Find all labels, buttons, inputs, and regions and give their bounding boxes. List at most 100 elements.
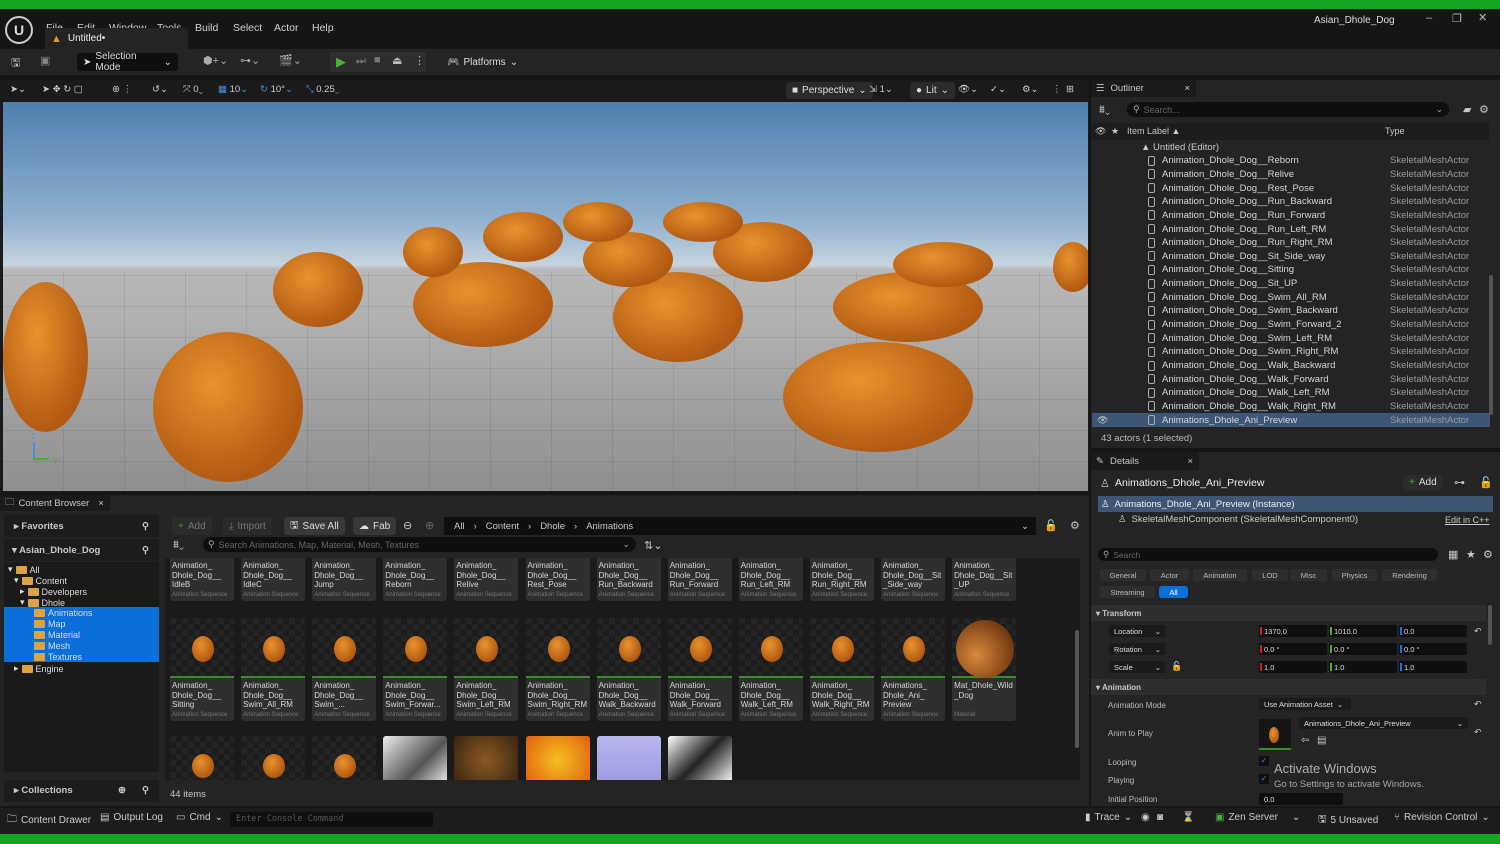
asset-grid-scrollbar[interactable] [1075,630,1079,748]
level-tab[interactable]: ▲ Untitled• [45,28,188,49]
project-section[interactable]: ▾ Asian_Dhole_Dog ⚲ [4,539,159,561]
more-icon[interactable]: ⋮ [414,54,425,67]
collections-section[interactable]: ▸ Collections ⊕ ⚲ [4,780,159,802]
asset-tile[interactable]: Animation_ Dhole_Dog__ Swim_All_RM Animat… [241,618,306,721]
asset-tile[interactable]: Animation_ Dhole_Dog__ Run_Forward Animat… [667,558,732,601]
reset-icon[interactable]: ↶ [1474,699,1482,710]
asset-tile[interactable]: Animation_ Dhole_Dog__ Walk_Forward Anima… [667,618,732,721]
asset-tile[interactable]: Animation_ Dhole_Dog__ IdleB Animation Se… [170,558,234,601]
actor-name[interactable]: Animations_Dhole_Ani_Preview [1115,477,1264,489]
forward-icon[interactable]: ⊕ [425,519,434,532]
content-browser-tab[interactable]: 🗀 Content Browser × [0,495,110,511]
animation-mode-dropdown[interactable]: Use Animation Asset ⌄ [1259,698,1351,710]
asset-tile[interactable]: Animation_ Dhole_Dog__ Swim_... Animation… [312,618,377,721]
close-icon[interactable]: ✕ [1478,11,1487,24]
outliner-row[interactable]: Animation_Dhole_Dog__Run_Backward Skeleta… [1092,195,1490,209]
screenshot-icon[interactable]: ◙ [1157,812,1163,823]
component-row[interactable]: ♙ SkeletalMeshComponent (SkeletalMeshComp… [1118,514,1358,525]
outliner-row[interactable]: Animation_Dhole_Dog__Swim_All_RM Skeletal… [1092,291,1490,305]
show-icon[interactable]: 👁⌄ [958,84,978,95]
back-icon[interactable]: ⊖ [403,519,412,532]
filter-general[interactable]: General [1100,569,1146,581]
menu-actor[interactable]: Actor [274,22,299,34]
asset-tile[interactable] [596,736,661,780]
trace-dropdown[interactable]: ▮ Trace ⌄ [1085,812,1132,823]
outliner-row[interactable]: Animation_Dhole_Dog__Run_Forward Skeletal… [1092,209,1490,223]
play-icon[interactable]: ▶ [336,54,346,70]
select-tool-icon[interactable]: ➤⌄ [10,84,26,95]
filter-icon[interactable]: ⩩⌄ [173,539,184,552]
asset-tile[interactable]: Animation_ Dhole_Dog__Sit _UP Animation S… [952,558,1017,601]
asset-tile[interactable] [454,736,519,780]
filter-streaming[interactable]: Streaming [1100,586,1155,598]
add-component-button[interactable]: + Add [1403,475,1443,490]
close-icon[interactable]: × [1184,83,1190,94]
anim-to-play-dropdown[interactable]: Animations_Dhole_Ani_Preview ⌄ [1299,717,1468,729]
lock-icon[interactable]: 🔓 [1479,476,1493,489]
zen-server-button[interactable]: ▣ Zen Server ⌄ [1215,812,1300,823]
browse-asset-icon[interactable]: ▤ [1317,735,1326,746]
asset-tile[interactable]: Animation_ Dhole_Dog__ Walk_Left_RM Anima… [738,618,803,721]
scale-dropdown[interactable]: Scale ⌄ [1109,661,1165,673]
asset-tile[interactable]: Animation_ Dhole_Dog__ Run_Left_RM Animat… [738,558,803,601]
outliner-row[interactable]: Animation_Dhole_Dog__Reborn SkeletalMeshA… [1092,154,1490,168]
visibility-icon[interactable]: 👁 [1097,415,1108,426]
menu-select[interactable]: Select [233,22,262,34]
use-selected-icon[interactable]: ⇦ [1301,735,1309,746]
perspective-button[interactable]: ■ Perspective ⌄ [786,82,873,99]
cmd-dropdown[interactable]: ▭ Cmd ⌄ [176,812,223,823]
outliner-row[interactable]: Animation_Dhole_Dog__Sit_Side_way Skeleta… [1092,250,1490,264]
add-folder-icon[interactable]: ▰ [1463,103,1471,116]
breadcrumb-dhole[interactable]: Dhole [540,521,565,532]
asset-tile[interactable]: Animation_ Dhole_Dog__ Rest_Pose Animatio… [525,558,590,601]
table-icon[interactable]: ▦ [1448,548,1458,561]
import-button[interactable]: ⤓ Import [223,517,272,535]
transform-section[interactable]: ▾ Transform [1091,605,1486,621]
outliner-row[interactable]: Animation_Dhole_Dog__Run_Left_RM Skeletal… [1092,222,1490,236]
fab-button[interactable]: ☁ Fab [353,517,397,535]
translate-snap[interactable]: ⤧ 0⌄ [183,84,203,95]
asset-tile[interactable]: Animation_ Dhole_Dog__ Run_Right_RM Anima… [809,558,874,601]
asset-tile[interactable]: Animation_ Dhole_Dog__ IdleC Animation Se… [241,558,306,601]
scale-snap[interactable]: ⤡ 0.25⌄ [306,84,339,95]
hourglass-icon[interactable]: ⌛ [1182,812,1194,823]
world-icon[interactable]: ⊕ ⋮ [112,84,132,95]
filter-physics[interactable]: Physics [1332,569,1377,581]
filter-lod[interactable]: LOD [1252,569,1288,581]
details-scrollbar[interactable] [1488,605,1492,645]
asset-tile[interactable] [383,736,448,780]
rotation-x[interactable]: 0.0 ° [1259,643,1327,655]
tree-item-map[interactable]: Map [34,619,66,629]
lock-icon[interactable]: 🔓 [1044,519,1058,532]
asset-tile[interactable]: Animation_ Dhole_Dog__ Reborn Animation S… [383,558,448,601]
filter-all[interactable]: All [1159,586,1188,598]
outliner-row[interactable]: Animation_Dhole_Dog__Sit_UP SkeletalMeshA… [1092,277,1490,291]
search-icon[interactable]: ⚲ [142,545,149,556]
asset-tile[interactable]: Animation_ Dhole_Dog__ Swim_Forwar... Ani… [383,618,448,721]
filter-rendering[interactable]: Rendering [1382,569,1437,581]
performance-icon[interactable]: ✓⌄ [990,84,1006,95]
asset-tile[interactable]: Animation_ Dhole_Dog__ Relive Animation S… [454,558,519,601]
close-icon[interactable]: × [98,498,104,509]
record-icon[interactable]: ◉ [1141,812,1150,823]
camera-speed[interactable]: ⇲ 1⌄ [869,84,893,95]
cinematics-icon[interactable]: 🎬⌄ [279,54,302,67]
breadcrumb-all[interactable]: All [454,521,465,532]
looping-checkbox[interactable]: ✓ [1259,756,1269,766]
asset-search-input[interactable]: ⚲ Search Animations, Map, Material, Mesh,… [203,537,636,552]
details-tab[interactable]: ✎ Details × [1091,452,1199,470]
outliner-row[interactable]: Animation_Dhole_Dog__Run_Right_RM Skeleta… [1092,236,1490,250]
revision-control-button[interactable]: ⑂ Revision Control ⌄ [1394,812,1490,823]
component-instance-row[interactable]: ♙ Animations_Dhole_Ani_Preview (Instance) [1098,496,1493,512]
settings-icon[interactable]: ⚙⌄ [1022,84,1038,95]
menu-help[interactable]: Help [312,22,334,34]
asset-tile[interactable] [525,736,590,780]
lit-button[interactable]: ● Lit ⌄ [910,82,955,99]
asset-tile[interactable]: Animation_ Dhole_Dog__ Sitting Animation … [170,618,234,721]
console-input[interactable]: Enter Console Command [230,812,433,827]
details-search-input[interactable]: ⚲ Search [1098,548,1438,561]
platforms-button[interactable]: 🎮 Platforms ⌄ [441,53,524,71]
outliner-root[interactable]: ▲ Untitled (Editor) [1141,142,1219,153]
search-icon[interactable]: ⚲ [142,521,149,532]
chevron-down-icon[interactable]: ⌄ [1021,521,1029,532]
